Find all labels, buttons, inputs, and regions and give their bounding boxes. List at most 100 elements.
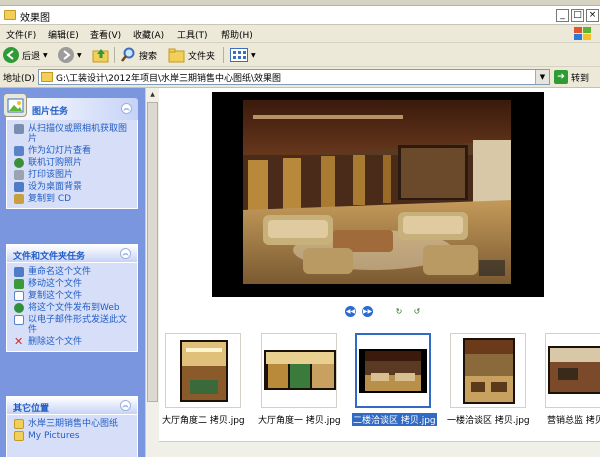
menu-file[interactable]: 文件(F) (6, 28, 36, 41)
thumbnail-item[interactable] (545, 333, 600, 408)
slideshow-icon (14, 146, 24, 156)
task-delete[interactable]: ✕ 删除这个文件 (14, 336, 132, 347)
menu-favorites[interactable]: 收藏(A) (133, 28, 164, 41)
chevron-down-icon: ▼ (77, 51, 82, 59)
filmstrip-view: ◀◀ ▶▶ ↻ ↺ 大厅角度二 拷贝.jpg 大厅角度一 拷贝.jpg 二楼洽谈… (159, 88, 600, 457)
thumbnail-label[interactable]: 营销总监 拷贝.jpg (547, 413, 600, 426)
printer-icon (14, 170, 24, 180)
filmstrip: 大厅角度二 拷贝.jpg 大厅角度一 拷贝.jpg 二楼洽谈区 拷贝.jpg 一… (159, 333, 600, 433)
thumbnail-label-selected[interactable]: 二楼洽谈区 拷贝.jpg (352, 413, 437, 426)
back-arrow-icon (3, 47, 19, 63)
views-button[interactable]: ▼ (230, 46, 256, 64)
go-arrow-icon: ➔ (554, 70, 568, 84)
preview-navigation: ◀◀ ▶▶ ↻ ↺ (345, 306, 423, 317)
image-preview (212, 92, 544, 297)
go-button[interactable]: ➔ 转到 (554, 70, 589, 84)
minimize-button[interactable]: _ (556, 9, 569, 22)
copy-icon (14, 291, 24, 301)
file-tasks-title: 文件和文件夹任务 (13, 252, 86, 262)
place-parent-folder[interactable]: 水岸三期销售中心图纸 (14, 419, 132, 429)
scanner-icon (14, 124, 24, 134)
file-tasks-header[interactable]: 文件和文件夹任务 ︽ (7, 245, 137, 263)
cd-icon (14, 194, 24, 204)
menu-edit[interactable]: 编辑(E) (48, 28, 79, 41)
thumbnail-image (359, 349, 427, 393)
picture-tasks-panel: 从扫描仪或照相机获取图片 作为幻灯片查看 联机订购照片 打印该图片 设为桌面背景… (6, 120, 138, 209)
move-icon (14, 279, 24, 289)
task-print-picture[interactable]: 打印该图片 (14, 170, 132, 180)
address-input[interactable]: G:\工装设计\2012年项目\水岸三期销售中心图纸\效果图 ▼ (38, 69, 550, 85)
collapse-icon[interactable]: ︽ (121, 103, 132, 114)
thumbnail-label[interactable]: 大厅角度二 拷贝.jpg (162, 413, 245, 426)
previous-image-button[interactable]: ◀◀ (345, 306, 356, 317)
chevron-down-icon: ▼ (251, 51, 256, 59)
place-my-pictures[interactable]: My Pictures (14, 431, 132, 441)
thumbnail-image (264, 350, 336, 390)
rotate-clockwise-button[interactable]: ↻ (393, 307, 405, 317)
rotate-counterclockwise-button[interactable]: ↺ (411, 307, 423, 317)
task-set-background[interactable]: 设为桌面背景 (14, 182, 132, 192)
scroll-thumb[interactable] (147, 102, 158, 402)
maximize-button[interactable]: □ (571, 9, 584, 22)
up-folder-icon (92, 49, 109, 63)
menu-view[interactable]: 查看(V) (90, 28, 121, 41)
picture-tasks-icon (3, 93, 27, 117)
forward-button[interactable]: ▼ (58, 46, 82, 64)
address-path: G:\工装设计\2012年项目\水岸三期销售中心图纸\效果图 (56, 74, 282, 84)
chevron-down-icon: ▼ (43, 51, 48, 59)
web-globe-icon (14, 303, 24, 313)
task-copy-to-cd[interactable]: 复制到 CD (14, 194, 132, 204)
address-label: 地址(D) (3, 74, 35, 84)
picture-tasks-title: 图片任务 (32, 107, 69, 117)
collapse-icon[interactable]: ︽ (120, 248, 131, 259)
task-publish-web[interactable]: 将这个文件发布到Web (14, 303, 132, 313)
folder-icon (41, 72, 53, 82)
folders-button[interactable]: 文件夹 (168, 46, 215, 64)
title-bar: 效果图 _ □ × (0, 6, 600, 25)
task-get-from-scanner[interactable]: 从扫描仪或照相机获取图片 (14, 124, 132, 144)
desktop-icon (14, 182, 24, 192)
search-button[interactable]: 搜索 (120, 46, 157, 64)
filmstrip-scrollbar[interactable] (159, 441, 600, 457)
task-rename[interactable]: 重命名这个文件 (14, 267, 132, 277)
globe-icon (14, 158, 24, 168)
thumbnail-label[interactable]: 一楼洽谈区 拷贝.jpg (447, 413, 530, 426)
thumbnail-item[interactable] (450, 333, 526, 408)
scroll-up-icon[interactable]: ▲ (147, 89, 158, 100)
task-move[interactable]: 移动这个文件 (14, 279, 132, 289)
other-places-header[interactable]: 其它位置 ︽ (7, 397, 137, 415)
thumbnail-item-selected[interactable] (355, 333, 431, 408)
thumbnail-image (463, 338, 515, 404)
window-title: 效果图 (20, 13, 50, 24)
task-order-prints[interactable]: 联机订购照片 (14, 158, 132, 168)
rename-icon (14, 267, 24, 277)
view-grid-icon (230, 48, 248, 62)
close-button[interactable]: × (586, 9, 599, 22)
back-label: 后退 (22, 51, 41, 62)
search-icon (121, 47, 135, 62)
windows-logo-icon (574, 27, 591, 40)
menu-help[interactable]: 帮助(H) (221, 28, 253, 41)
up-folder-button[interactable] (92, 46, 110, 64)
next-image-button[interactable]: ▶▶ (362, 306, 373, 317)
picture-tasks-header[interactable]: 图片任务 ︽ (3, 93, 138, 120)
menu-bar: 文件(F) 编辑(E) 查看(V) 收藏(A) 工具(T) 帮助(H) (0, 25, 600, 43)
menu-tools[interactable]: 工具(T) (177, 28, 208, 41)
search-label: 搜索 (139, 51, 158, 62)
thumbnail-label[interactable]: 大厅角度一 拷贝.jpg (258, 413, 341, 426)
thumbnail-image (548, 346, 600, 394)
folder-icon (14, 431, 24, 441)
thumbnail-item[interactable] (165, 333, 241, 408)
folder-icon (14, 419, 24, 429)
thumbnail-item[interactable] (261, 333, 337, 408)
task-email[interactable]: 以电子邮件形式发送此文件 (14, 315, 132, 335)
task-copy[interactable]: 复制这个文件 (14, 291, 132, 301)
task-slideshow[interactable]: 作为幻灯片查看 (14, 146, 132, 156)
task-pane-scrollbar[interactable]: ▲ (145, 88, 159, 457)
toolbar: 后退 ▼ ▼ 搜索 文件夹 ▼ (0, 43, 600, 67)
back-button[interactable]: 后退 ▼ (3, 46, 48, 64)
collapse-icon[interactable]: ︽ (120, 400, 131, 411)
go-label: 转到 (571, 73, 590, 84)
address-dropdown-button[interactable]: ▼ (535, 70, 549, 84)
forward-arrow-icon (58, 47, 74, 63)
